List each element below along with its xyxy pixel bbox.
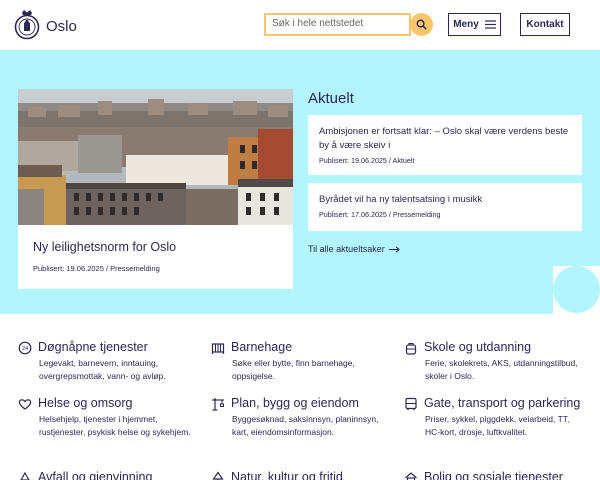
news-card[interactable]: Byrådet vil ha ny talentsatsing i musikk… xyxy=(308,183,582,231)
service-skole[interactable]: Skole og utdanning Ferie, skolekrets, AK… xyxy=(404,340,584,382)
recycle-icon xyxy=(20,471,30,480)
service-desc: Byggesøknad, saksinnsyn, planinnsyn, kar… xyxy=(232,414,379,437)
service-desc: Helsehjelp, tjenester i hjemmet, rustjen… xyxy=(39,414,191,437)
service-desc: Legevakt, barnevern, inntauing, overgrep… xyxy=(39,358,166,381)
featured-meta: Publisert: 19.06.2025 / Pressemelding xyxy=(33,264,160,273)
heart-hand-icon xyxy=(18,399,32,410)
service-title: Helse og omsorg xyxy=(38,396,133,410)
service-title: Skole og utdanning xyxy=(424,340,532,354)
all-news-label: Til alle aktueltsaker xyxy=(308,244,385,254)
arrow-right-icon xyxy=(388,245,400,253)
service-helse[interactable]: Helse og omsorg Helsehjelp, tjenester i … xyxy=(18,396,198,438)
service-title: Gate, transport og parkering xyxy=(424,396,581,410)
contact-label: Kontakt xyxy=(526,19,564,30)
city-photo xyxy=(18,89,293,225)
service-desc: Ferie, skolekrets, AKS, utdanningstilbud… xyxy=(425,358,578,381)
service-title: Bolig og sosiale tjenester xyxy=(424,470,563,480)
oslo-logo[interactable]: Oslo xyxy=(14,9,77,41)
service-title: Avfall og gjenvinning xyxy=(38,470,153,480)
featured-title: Ny leilighetsnorm for Oslo xyxy=(33,240,177,254)
site-header: Oslo Søk i hele nettstedet Meny Kontakt xyxy=(0,0,600,50)
service-title: Døgnåpne tjenester xyxy=(38,340,148,354)
house-icon xyxy=(405,472,417,480)
tree-icon xyxy=(212,471,224,480)
menu-button[interactable]: Meny xyxy=(448,13,501,36)
aktuelt-heading: Aktuelt xyxy=(308,90,354,107)
contact-button[interactable]: Kontakt xyxy=(520,13,570,36)
search-input[interactable]: Søk i hele nettstedet xyxy=(264,13,411,36)
hero-section: Ny leilighetsnorm for Oslo Publisert: 19… xyxy=(0,50,600,314)
featured-image xyxy=(18,89,293,225)
backpack-icon xyxy=(405,342,417,355)
service-transport[interactable]: Gate, transport og parkering Priser, syk… xyxy=(404,396,584,438)
menu-label: Meny xyxy=(453,19,479,30)
service-title: Natur, kultur og fritid xyxy=(231,470,343,480)
clock-icon: 24 xyxy=(18,341,32,355)
service-barnehage[interactable]: Barnehage Søke eller bytte, finn barneha… xyxy=(211,340,391,382)
news-title: Byrådet vil ha ny talentsatsing i musikk xyxy=(319,194,483,205)
decor-circle xyxy=(553,266,600,313)
service-title: Plan, bygg og eiendom xyxy=(231,396,359,410)
service-dognapne[interactable]: 24 Døgnåpne tjenester Legevakt, barnever… xyxy=(18,340,198,382)
service-plan-bygg[interactable]: Plan, bygg og eiendom Byggesøknad, saksi… xyxy=(211,396,391,438)
search-button[interactable] xyxy=(410,13,433,36)
service-bolig[interactable]: Bolig og sosiale tjenester xyxy=(404,470,584,480)
featured-article[interactable]: Ny leilighetsnorm for Oslo Publisert: 19… xyxy=(18,89,293,289)
search-icon xyxy=(416,19,427,30)
svg-text:24: 24 xyxy=(22,346,28,352)
news-title: Ambisjonen er fortsatt klar: – Oslo skal… xyxy=(319,126,569,151)
all-news-link[interactable]: Til alle aktueltsaker xyxy=(308,244,400,254)
crib-icon xyxy=(211,343,225,354)
service-desc: Søke eller bytte, finn barnehage, oppsig… xyxy=(232,358,355,381)
crane-icon xyxy=(212,398,224,411)
service-avfall[interactable]: Avfall og gjenvinning xyxy=(18,470,198,480)
hamburger-icon xyxy=(484,20,496,29)
news-meta: Publisert: 17.06.2025 / Pressemelding xyxy=(319,210,441,219)
services-grid: 24 Døgnåpne tjenester Legevakt, barnever… xyxy=(0,314,600,480)
service-title: Barnehage xyxy=(231,340,293,354)
logo-text: Oslo xyxy=(46,17,77,35)
service-desc: Priser, sykkel, piggdekk, veiarbeid, TT,… xyxy=(425,414,570,437)
news-card[interactable]: Ambisjonen er fortsatt klar: – Oslo skal… xyxy=(308,115,582,175)
service-natur[interactable]: Natur, kultur og fritid xyxy=(211,470,391,480)
bus-icon xyxy=(405,397,417,411)
news-meta: Publisert: 19.06.2025 / Aktuelt xyxy=(319,156,415,165)
oslo-seal-icon xyxy=(14,10,40,40)
